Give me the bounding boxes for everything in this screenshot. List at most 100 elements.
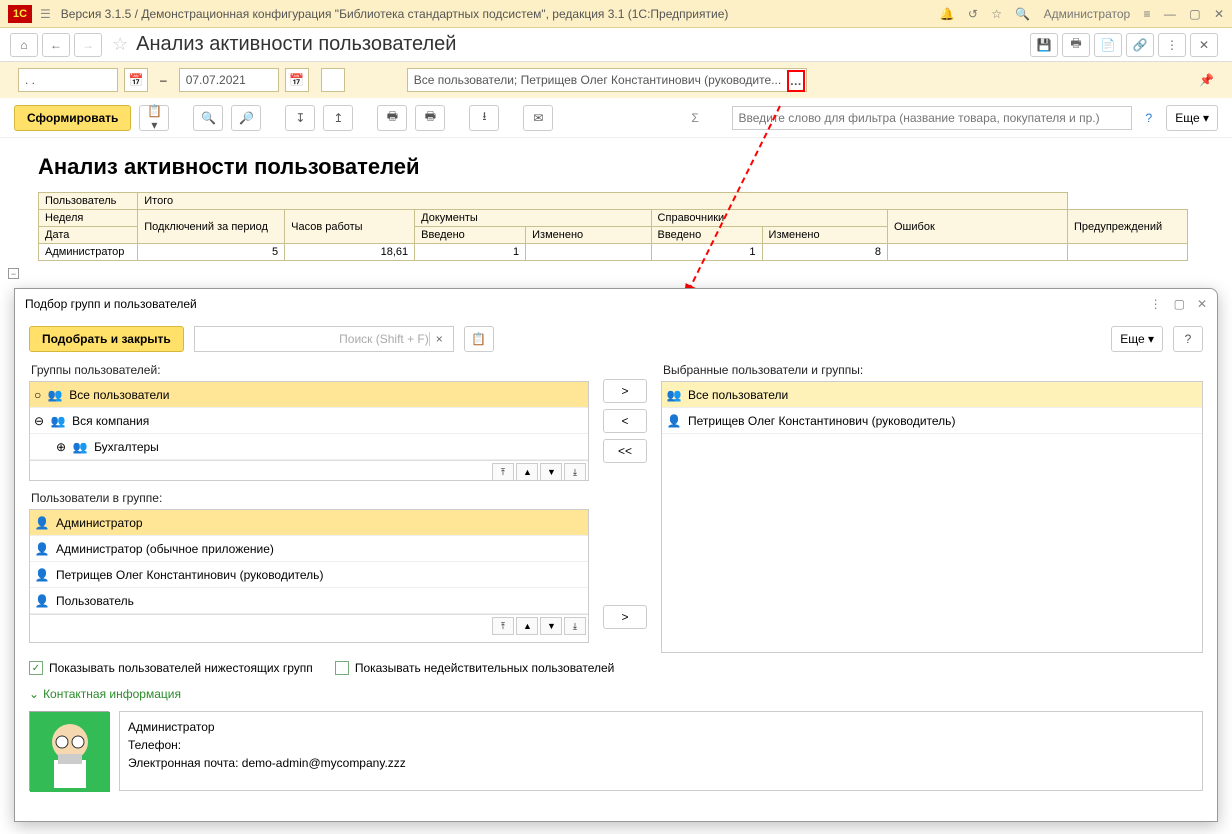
list-item[interactable]: 👤 Петрищев Олег Константинович (руководи… — [30, 562, 588, 588]
save-icon[interactable]: 💾 — [1030, 33, 1058, 57]
clear-search-icon[interactable]: × — [429, 332, 449, 346]
sort-bottom-icon[interactable]: ⤓ — [564, 463, 586, 481]
remove-all-button[interactable]: << — [603, 439, 647, 463]
back-button[interactable]: ← — [42, 33, 70, 57]
list-item[interactable]: 👤 Администратор (обычное приложение) — [30, 536, 588, 562]
print-icon[interactable]: 🖶 — [1062, 33, 1090, 57]
mail-icon[interactable]: ✉ — [523, 105, 553, 131]
search-icon[interactable]: 🔍 — [1015, 7, 1030, 21]
user-icon: 👤 — [666, 413, 682, 429]
home-button[interactable]: ⌂ — [10, 33, 38, 57]
sort-up-icon[interactable]: ▲ — [516, 463, 538, 481]
expand-icon[interactable]: ⊕ — [56, 440, 66, 454]
expand-icon[interactable]: ↥ — [323, 105, 353, 131]
app-logo: 1С — [8, 5, 32, 23]
forward-button[interactable]: → — [74, 33, 102, 57]
save-file-icon[interactable]: ⭳ — [469, 105, 499, 131]
users-filter-input[interactable]: Все пользователи; Петрищев Олег Констант… — [407, 68, 807, 92]
close-icon[interactable]: ✕ — [1214, 7, 1224, 21]
col-refs-ent: Введено — [651, 227, 762, 244]
sort-top-icon[interactable]: ⤒ — [492, 463, 514, 481]
contact-name: Администратор — [128, 718, 1194, 736]
history-icon[interactable]: ↺ — [968, 7, 978, 21]
sort-up-icon[interactable]: ▲ — [516, 617, 538, 635]
bell-icon[interactable]: 🔔 — [940, 7, 955, 21]
export-icon[interactable]: 📄 — [1094, 33, 1122, 57]
menu-icon[interactable]: ☰ — [40, 7, 51, 21]
list-item[interactable]: 👥 Все пользователи — [662, 382, 1202, 408]
sort-bottom-icon[interactable]: ⤓ — [564, 617, 586, 635]
remove-button[interactable]: < — [603, 409, 647, 433]
more-button[interactable]: Еще ▾ — [1166, 105, 1218, 131]
list-item[interactable]: ⊖ 👥 Вся компания — [30, 408, 588, 434]
collapse-tree-icon[interactable]: − — [8, 268, 19, 279]
print-btn-icon[interactable]: 🖶 — [377, 105, 407, 131]
minimize-icon[interactable]: — — [1164, 7, 1176, 21]
calendar-to-icon[interactable]: 📅 — [285, 68, 309, 92]
cell-docs-ent: 1 — [415, 244, 526, 261]
col-conn: Подключений за период — [138, 210, 285, 244]
list-item[interactable]: 👤 Администратор — [30, 510, 588, 536]
link-icon[interactable]: 🔗 — [1126, 33, 1154, 57]
star-icon[interactable]: ☆ — [991, 7, 1002, 21]
user-icon: 👤 — [34, 593, 50, 609]
users-list[interactable]: 👤 Администратор 👤 Администратор (обычное… — [29, 509, 589, 643]
add-button[interactable]: > — [603, 379, 647, 403]
show-invalid-checkbox[interactable] — [335, 661, 349, 675]
calendar-from-icon[interactable]: 📅 — [124, 68, 148, 92]
clipboard-icon[interactable]: 📋 — [464, 326, 494, 352]
groups-list[interactable]: ○ 👥 Все пользователи ⊖ 👥 Вся компания ⊕ … — [29, 381, 589, 481]
users-ellipsis-button[interactable]: … — [787, 70, 805, 92]
menu-lines-icon[interactable]: ≡ — [1144, 7, 1151, 21]
sigma-icon[interactable]: Σ — [691, 111, 698, 125]
contact-toggle[interactable]: ⌄ Контактная информация — [15, 683, 1217, 705]
zoom-out-icon[interactable]: 🔎 — [231, 105, 261, 131]
sort-top-icon[interactable]: ⤒ — [492, 617, 514, 635]
date-to-input[interactable]: 07.07.2021 — [179, 68, 279, 92]
add-user-button[interactable]: > — [603, 605, 647, 629]
list-item[interactable]: ○ 👥 Все пользователи — [30, 382, 588, 408]
item-label: Бухгалтеры — [94, 440, 159, 454]
sort-down-icon[interactable]: ▼ — [540, 463, 562, 481]
print2-icon[interactable]: 🖶 — [415, 105, 445, 131]
dlg-kebab-icon[interactable]: ⋮ — [1150, 297, 1162, 311]
user-icon: 👤 — [34, 515, 50, 531]
cell-conn: 5 — [138, 244, 285, 261]
table-row: Администратор 5 18,61 1 1 8 — [39, 244, 1188, 261]
collapse-icon[interactable]: ↧ — [285, 105, 315, 131]
help-icon[interactable]: ? — [1146, 111, 1153, 125]
collapse-icon[interactable]: ⊖ — [34, 414, 44, 428]
dialog-search-input[interactable]: Поиск (Shift + F) × — [194, 326, 454, 352]
close-page-icon[interactable]: ✕ — [1190, 33, 1218, 57]
groups-label: Группы пользователей: — [31, 363, 587, 377]
maximize-icon[interactable]: ▢ — [1189, 7, 1200, 21]
list-item[interactable]: ⊕ 👥 Бухгалтеры — [30, 434, 588, 460]
zoom-in-icon[interactable]: 🔍 — [193, 105, 223, 131]
kebab-icon[interactable]: ⋮ — [1158, 33, 1186, 57]
filter-search-input[interactable] — [732, 106, 1132, 130]
admin-label[interactable]: Администратор — [1044, 7, 1131, 21]
list-item[interactable]: 👤 Петрищев Олег Константинович (руководи… — [662, 408, 1202, 434]
item-label: Все пользователи — [69, 388, 169, 402]
item-label: Пользователь — [56, 594, 134, 608]
dash: – — [160, 73, 167, 87]
show-subgroups-checkbox[interactable]: ✓ — [29, 661, 43, 675]
dlg-close-icon[interactable]: ✕ — [1197, 297, 1207, 311]
item-label: Администратор (обычное приложение) — [56, 542, 274, 556]
date-from-input[interactable]: . . — [18, 68, 118, 92]
cell-refs-chg: 8 — [762, 244, 887, 261]
pick-close-button[interactable]: Подобрать и закрыть — [29, 326, 184, 352]
favorite-icon[interactable]: ☆ — [112, 34, 128, 55]
blank-button[interactable] — [321, 68, 345, 92]
item-label: Все пользователи — [688, 388, 788, 402]
chk2-label: Показывать недействительных пользователе… — [355, 661, 615, 675]
dlg-maximize-icon[interactable]: ▢ — [1174, 297, 1185, 311]
generate-button[interactable]: Сформировать — [14, 105, 131, 131]
selected-list[interactable]: 👥 Все пользователи 👤 Петрищев Олег Конст… — [661, 381, 1203, 653]
dialog-help-icon[interactable]: ? — [1173, 326, 1203, 352]
sort-down-icon[interactable]: ▼ — [540, 617, 562, 635]
pin-icon[interactable]: 📌 — [1199, 73, 1214, 87]
paste-icon[interactable]: 📋▾ — [139, 105, 169, 131]
list-item[interactable]: 👤 Пользователь — [30, 588, 588, 614]
dialog-more-button[interactable]: Еще ▾ — [1111, 326, 1163, 352]
